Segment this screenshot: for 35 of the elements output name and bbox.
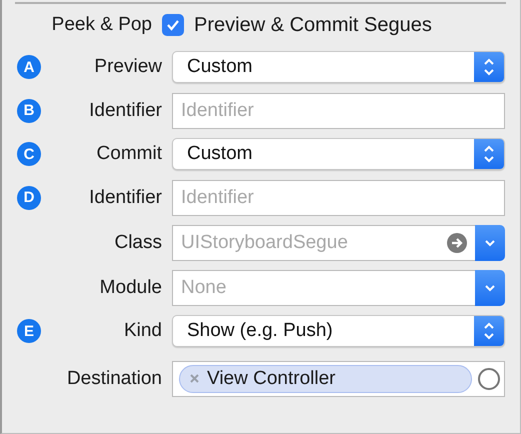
up-down-chevron-icon [483,144,495,164]
popup-button[interactable]: Custom [172,51,505,83]
chevron-down-icon [484,238,496,246]
field-label: Commit [96,143,162,165]
field-label: Module [98,276,162,298]
token-field[interactable]: View Controller [172,360,505,396]
step-badge: E [17,319,41,343]
field-label: Destination [66,368,162,390]
popup-button[interactable]: Show (e.g. Push) [172,315,505,347]
checkmark-icon [166,19,180,31]
field-label: Peek & Pop [50,14,152,36]
chevron-down-icon [484,284,496,292]
step-badge: C [17,142,41,166]
input-field[interactable]: None [173,270,475,304]
up-down-chevron-icon [483,321,495,341]
step-badge: D [17,186,41,210]
circle-icon[interactable] [478,368,500,390]
input-field[interactable]: Identifier [173,180,504,214]
token[interactable]: View Controller [179,364,472,392]
step-badge: A [17,55,41,79]
field-label: Identifier [88,186,162,208]
field-label: Class [113,232,162,254]
checkbox-label[interactable]: Preview & Commit Segues [194,14,432,36]
field-label: Identifier [88,100,162,122]
checkbox[interactable] [162,14,184,36]
field-label: Kind [122,320,162,342]
dropdown-button[interactable] [475,270,505,306]
up-down-chevron-icon [483,57,495,77]
field-label: Preview [93,56,162,78]
dropdown-button[interactable] [475,224,505,260]
popup-button[interactable]: Custom [172,138,505,170]
remove-icon[interactable] [190,374,199,383]
input-field[interactable]: Identifier [173,94,504,128]
arrow-circle-icon[interactable] [447,232,467,252]
step-badge: B [17,98,41,122]
